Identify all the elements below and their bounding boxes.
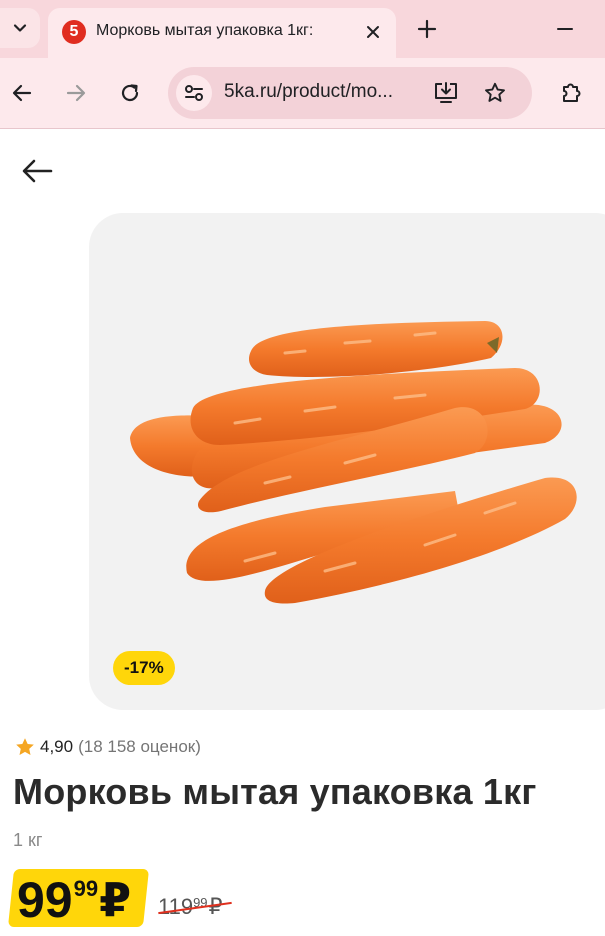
carrots-product-image [130, 321, 577, 604]
browser-toolbar: 5ka.ru/product/mo... [0, 58, 605, 129]
tab-title: Морковь мытая упаковка 1кг: [96, 22, 314, 39]
close-tab-button[interactable] [360, 19, 386, 45]
arrow-left-icon [10, 81, 34, 105]
product-image-card[interactable]: -17% [89, 213, 605, 710]
site-info-button[interactable] [176, 75, 212, 111]
browser-tab-strip: 5 Морковь мытая упаковка 1кг: [0, 0, 605, 58]
reload-button[interactable] [112, 75, 148, 111]
rating-value: 4,90 [40, 737, 74, 756]
chevron-down-icon [11, 19, 29, 37]
forward-nav-button[interactable] [58, 75, 94, 111]
arrow-right-icon [64, 81, 88, 105]
tab-search-button[interactable] [0, 8, 40, 48]
site-favicon-icon: 5 [62, 20, 86, 44]
new-tab-button[interactable] [410, 12, 444, 46]
favicon-text: 5 [69, 23, 79, 40]
discount-badge: -17% [113, 651, 175, 685]
price-cents: 99 [73, 876, 99, 901]
old-price: 119 99 ₽ [158, 892, 232, 922]
bookmark-star-button[interactable] [481, 79, 509, 107]
price-currency: ₽ [99, 874, 132, 926]
plus-icon [417, 19, 437, 39]
puzzle-piece-icon [559, 80, 585, 106]
url-text[interactable]: 5ka.ru/product/mo... [224, 81, 420, 103]
star-filled-icon [16, 738, 34, 755]
rating-count: (18 158 оценок) [78, 737, 201, 756]
product-weight: 1 кг [13, 830, 43, 850]
price-integer: 99 [17, 872, 73, 928]
arrow-left-icon [21, 158, 53, 184]
star-outline-icon [483, 81, 507, 105]
product-title: Морковь мытая упаковка 1кг [13, 771, 537, 812]
page-back-button[interactable] [16, 152, 58, 190]
rating-row[interactable]: 4,90 (18 158 оценок) [14, 736, 201, 758]
old-price-currency: ₽ [208, 894, 223, 919]
minimize-window-button[interactable] [548, 12, 582, 46]
back-nav-button[interactable] [4, 75, 40, 111]
install-desktop-icon [433, 81, 459, 105]
tune-icon [183, 82, 205, 104]
active-tab[interactable]: 5 Морковь мытая упаковка 1кг: [48, 8, 396, 58]
extensions-button[interactable] [554, 75, 590, 111]
reload-icon [118, 81, 142, 105]
address-bar[interactable]: 5ka.ru/product/mo... [168, 67, 532, 119]
minimize-icon [556, 20, 574, 38]
close-icon [366, 25, 380, 39]
install-app-button[interactable] [432, 79, 460, 107]
current-price: 99 99 ₽ [17, 870, 131, 928]
